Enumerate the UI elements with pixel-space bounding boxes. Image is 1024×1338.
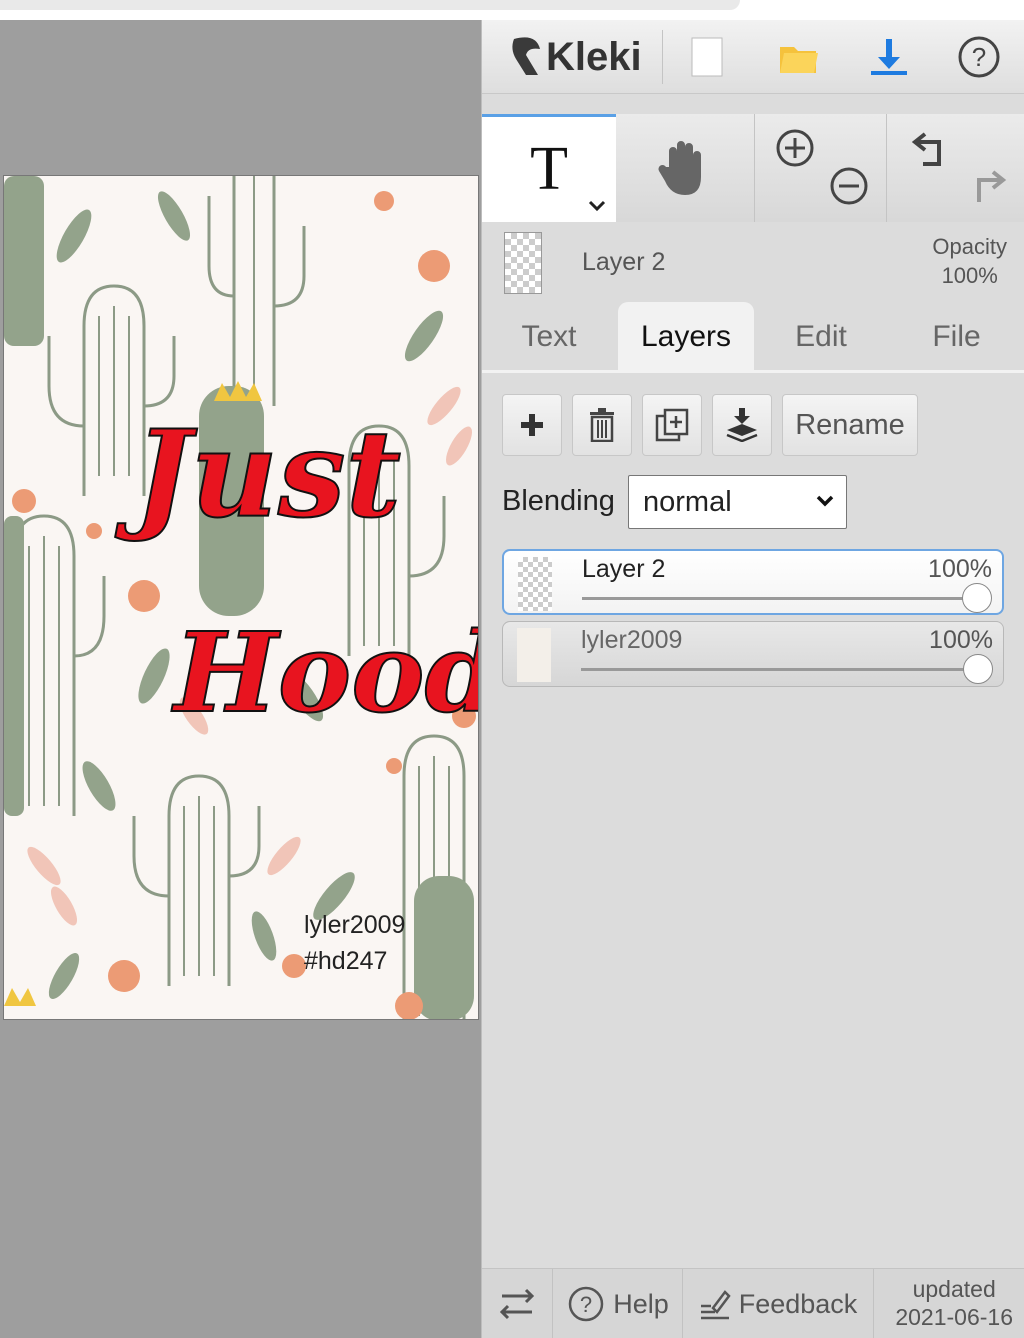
current-layer-info: Layer 2 Opacity 100% [482, 222, 1024, 302]
layer-thumbnail [518, 557, 552, 611]
undo-icon[interactable] [911, 128, 953, 170]
tab-file[interactable]: File [888, 302, 1024, 372]
canvas-area[interactable]: Just Hood lyler2009 #hd247 [0, 20, 481, 1338]
blending-value: normal [643, 485, 732, 518]
opacity-value: 100% [941, 263, 998, 288]
layer-name: lyler2009 [581, 626, 683, 654]
open-file-button[interactable] [764, 30, 834, 84]
cactus-pattern: Just Hood [4, 176, 479, 1019]
help-link[interactable]: ? Help [554, 1269, 682, 1338]
layer-opacity: 100% [928, 555, 992, 583]
plus-icon [521, 414, 543, 436]
chevron-down-icon[interactable] [588, 200, 606, 212]
help-button[interactable]: ? [944, 30, 1014, 84]
layer-opacity-slider[interactable] [582, 597, 978, 600]
feedback-label: Feedback [738, 1288, 858, 1319]
delete-layer-button[interactable] [572, 394, 632, 456]
merge-down-icon [726, 408, 758, 442]
updated-label: updated [912, 1276, 996, 1302]
title-text-hood: Hood [171, 608, 479, 737]
opacity-label: Opacity [932, 234, 1007, 259]
zoom-in-icon[interactable] [775, 128, 815, 168]
current-layer-name: Layer 2 [582, 248, 666, 276]
trash-icon [590, 408, 614, 442]
save-download-button[interactable] [854, 30, 924, 84]
right-panel: Kleki ? T Layer 2 Opacity 100% Text Laye… [481, 20, 1024, 1338]
credit-username: lyler2009 [304, 911, 406, 939]
panel-tabs: Text Layers Edit File [482, 302, 1024, 372]
footer-divider [873, 1269, 874, 1338]
blending-select[interactable]: normal [628, 475, 847, 529]
layer-opacity: 100% [929, 626, 993, 654]
duplicate-layer-button[interactable] [642, 394, 702, 456]
tab-layers[interactable]: Layers [618, 302, 754, 372]
help-icon: ? [568, 1286, 604, 1322]
kleki-logo-icon [512, 37, 540, 75]
toolbar-divider [662, 30, 663, 84]
feedback-pencil-icon [700, 1290, 731, 1320]
footer-divider [682, 1269, 683, 1338]
swap-sides-button[interactable] [482, 1269, 552, 1338]
open-folder-icon [780, 47, 818, 73]
footer-divider [552, 1269, 553, 1338]
add-layer-button[interactable] [502, 394, 562, 456]
browser-top-strip [0, 0, 1024, 20]
logo-text: Kleki [546, 34, 642, 79]
blending-label: Blending [502, 485, 615, 517]
chevron-down-icon [816, 495, 834, 507]
browser-address-bar [0, 0, 740, 10]
text-tool-button[interactable]: T [482, 114, 616, 222]
tool-row: T [482, 114, 1024, 222]
redo-icon[interactable] [965, 166, 1007, 208]
svg-text:?: ? [972, 42, 986, 72]
layer-opacity-knob[interactable] [963, 654, 993, 684]
title-text-just: Just [115, 404, 401, 545]
duplicate-icon [655, 408, 689, 442]
layer-row-layer-2[interactable]: Layer 2 100% [502, 549, 1004, 615]
updated-date: 2021-06-16 [895, 1304, 1013, 1330]
hand-tool-button[interactable] [616, 114, 754, 222]
zoom-buttons [754, 114, 886, 222]
layers-panel: Rename Blending normal Layer 2 100% lyle… [482, 373, 1024, 1268]
current-layer-thumbnail [504, 232, 542, 294]
merge-layer-button[interactable] [712, 394, 772, 456]
layer-buttons: Rename [502, 394, 918, 456]
opacity-readout: Opacity 100% [932, 232, 1007, 290]
new-image-button[interactable] [672, 30, 742, 84]
help-icon: ? [958, 36, 1000, 78]
layer-opacity-knob[interactable] [962, 583, 992, 613]
svg-text:?: ? [580, 1292, 592, 1317]
tab-text[interactable]: Text [482, 302, 616, 372]
tab-edit[interactable]: Edit [754, 302, 888, 372]
swap-arrows-icon [499, 1288, 535, 1320]
history-buttons [886, 114, 1024, 222]
hand-tool-icon [658, 141, 701, 195]
text-tool-icon: T [530, 135, 568, 203]
kleki-logo[interactable]: Kleki [506, 30, 642, 84]
layer-row-lyler2009[interactable]: lyler2009 100% [502, 621, 1004, 687]
feedback-link[interactable]: Feedback [684, 1269, 872, 1338]
new-image-icon [691, 37, 723, 77]
layer-thumbnail [517, 628, 551, 682]
credit-hashtag: #hd247 [304, 947, 388, 975]
zoom-out-icon[interactable] [829, 166, 869, 206]
rename-layer-button[interactable]: Rename [782, 394, 918, 456]
help-label: Help [613, 1288, 669, 1319]
top-toolbar: Kleki ? [482, 20, 1024, 94]
layer-opacity-slider[interactable] [581, 668, 979, 671]
layer-name: Layer 2 [582, 555, 666, 583]
download-icon [871, 39, 907, 75]
footer-bar: ? Help Feedback updated 2021-06-16 [482, 1268, 1024, 1338]
updated-info: updated 2021-06-16 [895, 1275, 1013, 1331]
artwork-canvas[interactable]: Just Hood lyler2009 #hd247 [3, 175, 479, 1020]
